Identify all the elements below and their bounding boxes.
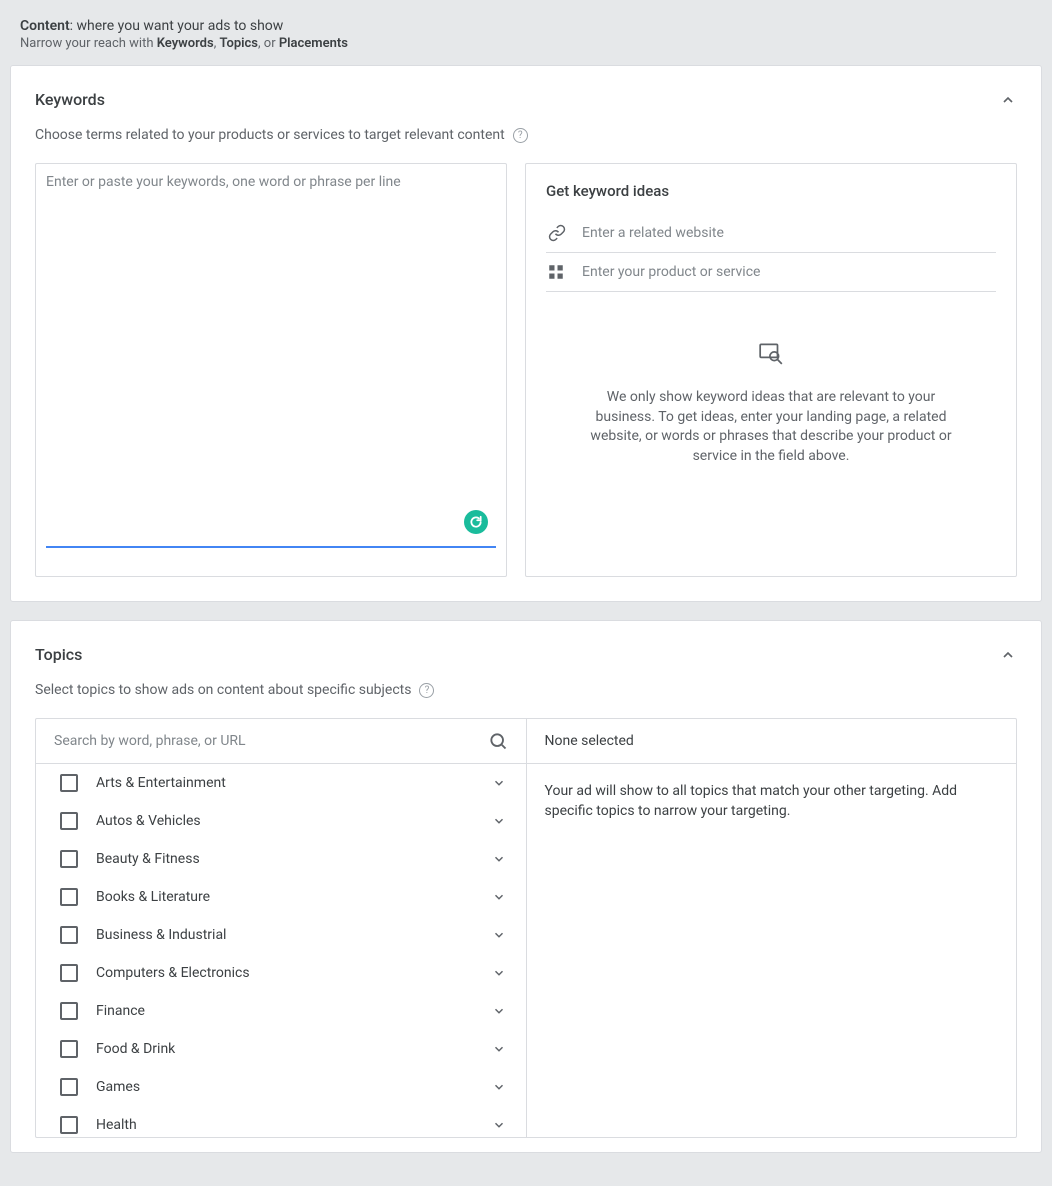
topic-checkbox[interactable]: [60, 812, 78, 830]
keyword-ideas-title: Get keyword ideas: [546, 182, 996, 200]
topic-checkbox[interactable]: [60, 1040, 78, 1058]
chevron-down-icon[interactable]: [490, 888, 508, 906]
chevron-up-icon: [1000, 647, 1016, 663]
topic-label: Autos & Vehicles: [96, 813, 472, 829]
topic-label: Business & Industrial: [96, 927, 472, 943]
topic-checkbox[interactable]: [60, 774, 78, 792]
topics-list[interactable]: Arts & Entertainment Autos & Vehicles Beau…: [36, 764, 526, 1137]
narrow-placements: Placements: [279, 36, 348, 51]
topic-label: Health: [96, 1117, 472, 1133]
keyword-ideas-panel: Get keyword ideas We only show keyword i…: [525, 163, 1017, 577]
collapse-topics-button[interactable]: [999, 646, 1017, 664]
keywords-card: Keywords Choose terms related to your pr…: [10, 65, 1042, 602]
topic-checkbox[interactable]: [60, 850, 78, 868]
topics-subtitle: Select topics to show ads on content abo…: [35, 682, 411, 698]
topics-right-body: Your ad will show to all topics that mat…: [527, 764, 1017, 839]
narrow-topics: Topics: [219, 36, 258, 51]
topic-label: Finance: [96, 1003, 472, 1019]
topics-none-selected: None selected: [527, 719, 1017, 764]
grammarly-icon[interactable]: [464, 510, 488, 534]
topic-item[interactable]: Beauty & Fitness: [36, 840, 526, 878]
ideas-search-icon: [586, 340, 956, 366]
keywords-textarea[interactable]: [46, 174, 496, 544]
topic-checkbox[interactable]: [60, 1002, 78, 1020]
search-icon[interactable]: [488, 731, 508, 751]
narrow-prefix: Narrow your reach with: [20, 36, 157, 51]
topic-item[interactable]: Food & Drink: [36, 1030, 526, 1068]
topic-checkbox[interactable]: [60, 926, 78, 944]
help-icon[interactable]: ?: [419, 683, 434, 698]
content-header-line1: Content: where you want your ads to show: [20, 18, 1032, 34]
topic-item[interactable]: Computers & Electronics: [36, 954, 526, 992]
topic-label: Arts & Entertainment: [96, 775, 472, 791]
chevron-down-icon[interactable]: [490, 1078, 508, 1096]
topic-label: Games: [96, 1079, 472, 1095]
keywords-subtitle: Choose terms related to your products or…: [35, 127, 505, 143]
collapse-keywords-button[interactable]: [999, 91, 1017, 109]
related-website-row: [546, 214, 996, 253]
keywords-title: Keywords: [35, 90, 105, 109]
topic-checkbox[interactable]: [60, 888, 78, 906]
chevron-down-icon[interactable]: [490, 1116, 508, 1134]
topic-item[interactable]: Business & Industrial: [36, 916, 526, 954]
topic-checkbox[interactable]: [60, 1078, 78, 1096]
keywords-textarea-panel: [35, 163, 507, 577]
topic-item[interactable]: Health: [36, 1106, 526, 1137]
topic-checkbox[interactable]: [60, 964, 78, 982]
product-service-row: [546, 253, 996, 292]
link-icon: [546, 224, 568, 242]
product-service-input[interactable]: [582, 264, 996, 280]
topic-item[interactable]: Autos & Vehicles: [36, 802, 526, 840]
related-website-input[interactable]: [582, 225, 996, 241]
chevron-down-icon[interactable]: [490, 774, 508, 792]
topic-item[interactable]: Arts & Entertainment: [36, 764, 526, 802]
grid-icon: [546, 263, 568, 281]
content-header: Content: where you want your ads to show…: [0, 0, 1052, 65]
topic-label: Beauty & Fitness: [96, 851, 472, 867]
topic-item[interactable]: Finance: [36, 992, 526, 1030]
topics-subtitle-row: Select topics to show ads on content abo…: [35, 682, 1017, 698]
chevron-down-icon[interactable]: [490, 1040, 508, 1058]
topic-label: Food & Drink: [96, 1041, 472, 1057]
narrow-keywords: Keywords: [157, 36, 214, 51]
keywords-subtitle-row: Choose terms related to your products or…: [35, 127, 1017, 143]
topic-item[interactable]: Games: [36, 1068, 526, 1106]
chevron-down-icon[interactable]: [490, 812, 508, 830]
topics-right-panel: None selected Your ad will show to all t…: [527, 719, 1017, 1137]
topic-checkbox[interactable]: [60, 1116, 78, 1134]
help-icon[interactable]: ?: [513, 128, 528, 143]
chevron-up-icon: [1000, 92, 1016, 108]
content-label: Content: [20, 18, 70, 34]
topic-item[interactable]: Books & Literature: [36, 878, 526, 916]
chevron-down-icon[interactable]: [490, 926, 508, 944]
topic-label: Computers & Electronics: [96, 965, 472, 981]
keyword-ideas-empty: We only show keyword ideas that are rele…: [546, 340, 996, 466]
topics-card: Topics Select topics to show ads on cont…: [10, 620, 1042, 1153]
topic-label: Books & Literature: [96, 889, 472, 905]
chevron-down-icon[interactable]: [490, 850, 508, 868]
keyword-ideas-empty-text: We only show keyword ideas that are rele…: [586, 388, 956, 466]
textarea-focus-underline: [46, 546, 496, 548]
chevron-down-icon[interactable]: [490, 964, 508, 982]
content-header-line2: Narrow your reach with Keywords, Topics,…: [20, 36, 1032, 51]
topics-left-panel: Arts & Entertainment Autos & Vehicles Beau…: [36, 719, 527, 1137]
chevron-down-icon[interactable]: [490, 1002, 508, 1020]
content-tail: : where you want your ads to show: [70, 18, 284, 34]
topics-title: Topics: [35, 645, 82, 664]
topics-search-input[interactable]: [54, 733, 488, 749]
